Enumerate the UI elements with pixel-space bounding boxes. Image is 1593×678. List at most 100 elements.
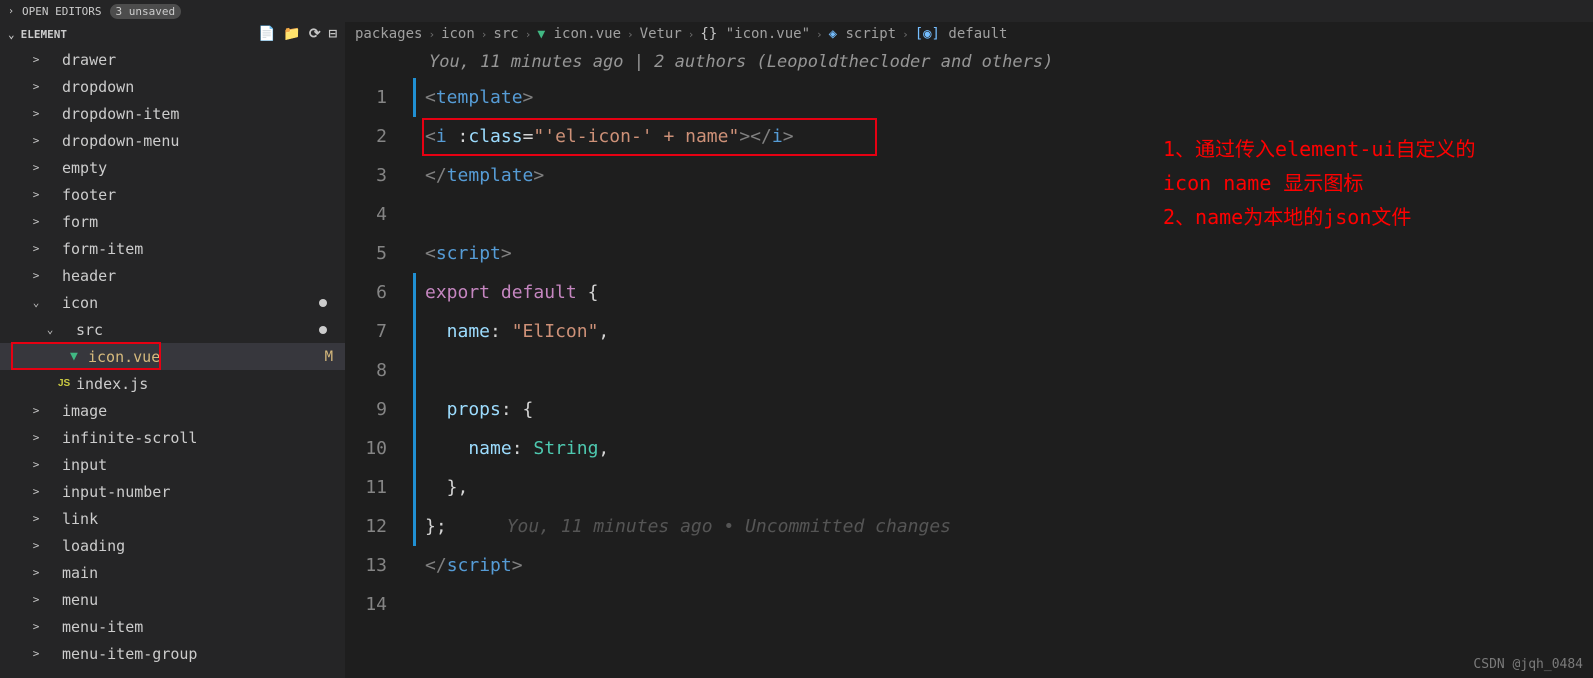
tree-item-label: form-item xyxy=(62,240,345,258)
line-number: 8 xyxy=(345,351,387,390)
braces-icon: {} xyxy=(700,26,717,42)
chevron-icon: > xyxy=(28,80,44,93)
code-line-9: props: { xyxy=(417,390,1593,429)
chevron-icon: > xyxy=(28,107,44,120)
breadcrumb-item[interactable]: src xyxy=(493,26,518,42)
line-number: 12 xyxy=(345,507,387,546)
open-editors-section[interactable]: › OPEN EDITORS 3 unsaved xyxy=(8,4,181,19)
tree-item-dropdown-menu[interactable]: >dropdown-menu xyxy=(0,127,345,154)
vue-icon: ▼ xyxy=(537,27,545,42)
tree-item-form[interactable]: >form xyxy=(0,208,345,235)
variable-icon: [◉] xyxy=(915,26,940,42)
collapse-icon[interactable]: ⊟ xyxy=(329,26,337,42)
breadcrumb-separator-icon: › xyxy=(627,28,634,41)
tree-item-link[interactable]: >link xyxy=(0,505,345,532)
new-folder-icon[interactable]: 📁 xyxy=(283,26,300,42)
tree-item-label: index.js xyxy=(76,375,345,393)
chevron-icon: > xyxy=(28,431,44,444)
tree-item-form-item[interactable]: > form-item xyxy=(0,235,345,262)
tree-item-label: icon.vue xyxy=(88,348,325,366)
module-icon: ◈ xyxy=(829,26,837,42)
code-line-8 xyxy=(417,351,1593,390)
tree-item-label: dropdown xyxy=(62,78,345,96)
chevron-icon: > xyxy=(28,188,44,201)
tree-item-icon-vue[interactable]: ▼icon.vueM xyxy=(0,343,345,370)
tree-item-index-js[interactable]: JSindex.js xyxy=(0,370,345,397)
tree-item-header[interactable]: >header xyxy=(0,262,345,289)
tree-item-label: menu-item-group xyxy=(62,645,345,663)
chevron-down-icon: ⌄ xyxy=(8,28,15,41)
tree-item-image[interactable]: >image xyxy=(0,397,345,424)
tree-item-dropdown[interactable]: > dropdown xyxy=(0,73,345,100)
line-number: 6 xyxy=(345,273,387,312)
breadcrumb-item[interactable]: ◈ script xyxy=(829,26,896,42)
code-line-11: }, xyxy=(417,468,1593,507)
tree-item-dropdown-item[interactable]: > dropdown-item xyxy=(0,100,345,127)
tree-item-label: image xyxy=(62,402,345,420)
chevron-icon: > xyxy=(28,269,44,282)
chevron-icon: > xyxy=(28,620,44,633)
sidebar-header[interactable]: ⌄ ELEMENT 📄 📁 ⟳ ⊟ xyxy=(0,22,345,46)
chevron-icon: > xyxy=(28,242,44,255)
line-number: 5 xyxy=(345,234,387,273)
chevron-icon: > xyxy=(28,134,44,147)
tree-item-label: infinite-scroll xyxy=(62,429,345,447)
tree-item-menu[interactable]: >menu xyxy=(0,586,345,613)
modified-dot-icon xyxy=(319,326,327,334)
code-line-14 xyxy=(417,585,1593,624)
line-number: 14 xyxy=(345,585,387,624)
refresh-icon[interactable]: ⟳ xyxy=(309,26,321,42)
chevron-icon: > xyxy=(28,539,44,552)
tree-item-label: icon xyxy=(62,294,319,312)
breadcrumb-separator-icon: › xyxy=(688,28,695,41)
tree-item-icon[interactable]: ⌄icon xyxy=(0,289,345,316)
line-number: 11 xyxy=(345,468,387,507)
chevron-icon: > xyxy=(28,215,44,228)
code-line-10: name: String, xyxy=(417,429,1593,468)
tree-item-footer[interactable]: > footer xyxy=(0,181,345,208)
tree-item-label: input-number xyxy=(62,483,345,501)
breadcrumb-item[interactable]: [◉] default xyxy=(915,26,1008,42)
tree-item-infinite-scroll[interactable]: > infinite-scroll xyxy=(0,424,345,451)
breadcrumb-item[interactable]: {} "icon.vue" xyxy=(700,26,810,42)
js-file-icon: JS xyxy=(58,378,76,389)
breadcrumb-item[interactable]: icon xyxy=(441,26,475,42)
chevron-icon: > xyxy=(28,458,44,471)
tree-item-menu-item[interactable]: >menu-item xyxy=(0,613,345,640)
gitlens-inline: You, 11 minutes ago • Uncommitted change… xyxy=(447,507,951,546)
tree-item-empty[interactable]: >empty xyxy=(0,154,345,181)
breadcrumb-item[interactable]: ▼ icon.vue xyxy=(537,26,621,42)
breadcrumb-separator-icon: › xyxy=(525,28,532,41)
tree-item-loading[interactable]: > loading xyxy=(0,532,345,559)
tree-item-label: footer xyxy=(62,186,345,204)
tree-item-menu-item-group[interactable]: >menu-item-group xyxy=(0,640,345,667)
chevron-icon: > xyxy=(28,593,44,606)
tree-item-label: src xyxy=(76,321,319,339)
sidebar-actions: 📄 📁 ⟳ ⊟ xyxy=(258,26,337,42)
vue-file-icon: ▼ xyxy=(70,349,88,364)
tree-item-label: drawer xyxy=(62,51,345,69)
line-number: 7 xyxy=(345,312,387,351)
tree-item-label: loading xyxy=(62,537,345,555)
breadcrumbs[interactable]: packages›icon›src›▼ icon.vue›Vetur›{} "i… xyxy=(345,22,1593,46)
tree-item-label: main xyxy=(62,564,345,582)
breadcrumb-item[interactable]: packages xyxy=(355,26,422,42)
breadcrumb-separator-icon: › xyxy=(428,28,435,41)
open-editors-label: OPEN EDITORS xyxy=(22,5,101,18)
line-number: 1 xyxy=(345,78,387,117)
code-line-6: export default { xyxy=(417,273,1593,312)
tree-item-drawer[interactable]: >drawer xyxy=(0,46,345,73)
explorer-sidebar: ⌄ ELEMENT 📄 📁 ⟳ ⊟ >drawer>dropdown>dropd… xyxy=(0,22,345,678)
tree-item-input-number[interactable]: >input-number xyxy=(0,478,345,505)
breadcrumb-item[interactable]: Vetur xyxy=(640,26,682,42)
new-file-icon[interactable]: 📄 xyxy=(258,26,275,42)
tree-item-input[interactable]: >input xyxy=(0,451,345,478)
tree-item-main[interactable]: >main xyxy=(0,559,345,586)
tree-item-src[interactable]: ⌄src xyxy=(0,316,345,343)
line-number: 4 xyxy=(345,195,387,234)
tree-item-label: link xyxy=(62,510,345,528)
editor-area: packages›icon›src›▼ icon.vue›Vetur›{} "i… xyxy=(345,22,1593,678)
line-number: 2 xyxy=(345,117,387,156)
chevron-icon: > xyxy=(28,161,44,174)
tree-item-label: dropdown-item xyxy=(62,105,345,123)
